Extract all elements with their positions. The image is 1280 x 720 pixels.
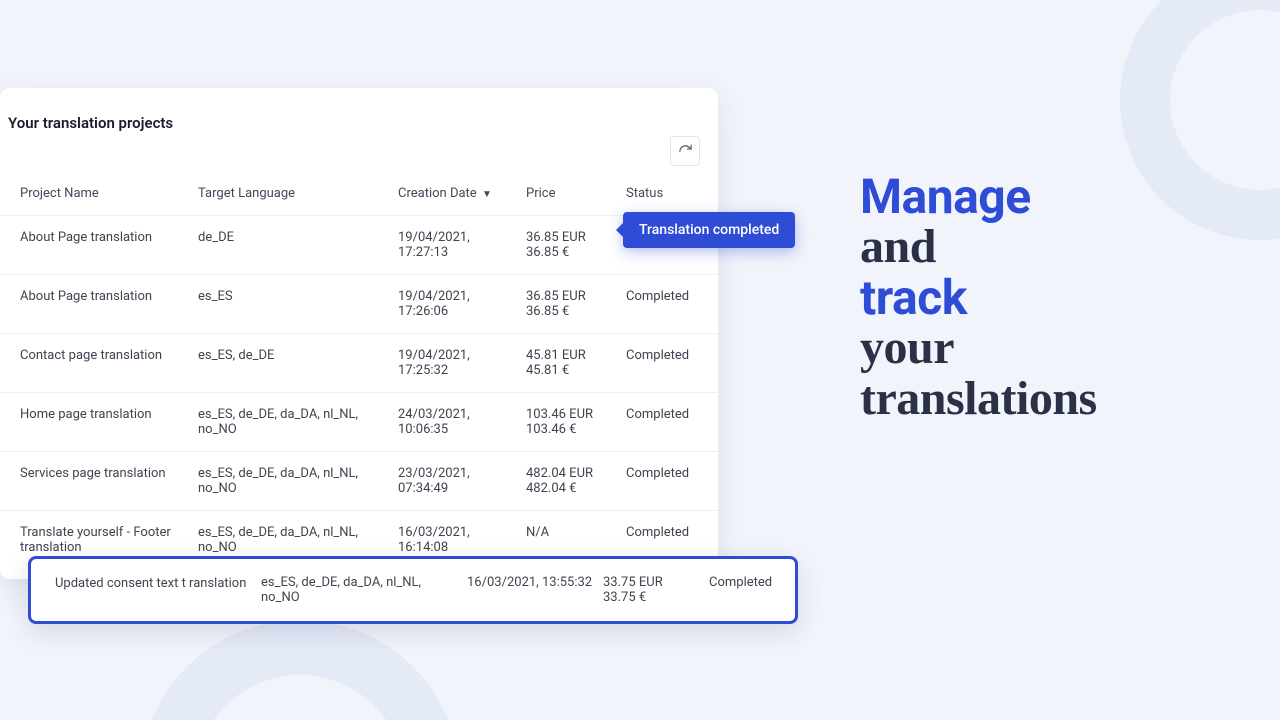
- highlight-price: 33.75 EUR 33.75 €: [603, 575, 703, 605]
- cell-target-language: es_ES, de_DE, da_DA, nl_NL, no_NO: [190, 393, 390, 452]
- cell-price: 36.85 EUR36.85 €: [518, 275, 618, 334]
- highlight-date: 16/03/2021, 13:55:32: [467, 575, 597, 590]
- col-creation-date[interactable]: Creation Date ▼: [390, 176, 518, 216]
- highlight-name: Updated consent text t ranslation: [55, 575, 255, 593]
- cell-project-name: About Page translation: [0, 275, 190, 334]
- table-row[interactable]: Home page translationes_ES, de_DE, da_DA…: [0, 393, 718, 452]
- headline-manage: Manage: [860, 172, 1220, 222]
- highlight-status: Completed: [709, 575, 779, 590]
- cell-target-language: es_ES: [190, 275, 390, 334]
- headline-and: and: [860, 222, 1220, 272]
- headline-translations: translations: [860, 374, 1220, 424]
- table-row[interactable]: About Page translationde_DE19/04/2021, 1…: [0, 216, 718, 275]
- table-row[interactable]: Services page translationes_ES, de_DE, d…: [0, 452, 718, 511]
- cell-project-name: Services page translation: [0, 452, 190, 511]
- highlighted-project-row[interactable]: Updated consent text t ranslation es_ES,…: [28, 556, 798, 624]
- sort-desc-icon: ▼: [482, 189, 492, 200]
- refresh-icon: [678, 144, 693, 159]
- refresh-button[interactable]: [670, 136, 700, 166]
- cell-creation-date: 19/04/2021, 17:25:32: [390, 334, 518, 393]
- col-creation-date-label: Creation Date: [398, 186, 477, 201]
- projects-panel: Your translation projects Project Name T…: [0, 88, 718, 579]
- table-row[interactable]: About Page translationes_ES19/04/2021, 1…: [0, 275, 718, 334]
- col-target-language[interactable]: Target Language: [190, 176, 390, 216]
- cell-target-language: es_ES, de_DE, da_DA, nl_NL, no_NO: [190, 452, 390, 511]
- marketing-headline: Manage and track your translations: [860, 172, 1220, 424]
- cell-price: 482.04 EUR482.04 €: [518, 452, 618, 511]
- cell-price: 45.81 EUR45.81 €: [518, 334, 618, 393]
- cell-status: Completed: [618, 334, 718, 393]
- cell-target-language: de_DE: [190, 216, 390, 275]
- col-status[interactable]: Status: [618, 176, 718, 216]
- cell-project-name: Home page translation: [0, 393, 190, 452]
- cell-target-language: es_ES, de_DE: [190, 334, 390, 393]
- col-project-name[interactable]: Project Name: [0, 176, 190, 216]
- cell-status: Completed: [618, 393, 718, 452]
- cell-price: 103.46 EUR103.46 €: [518, 393, 618, 452]
- cell-creation-date: 19/04/2021, 17:27:13: [390, 216, 518, 275]
- translation-completed-tooltip: Translation completed: [623, 212, 795, 248]
- cell-status: Completed: [618, 275, 718, 334]
- col-price[interactable]: Price: [518, 176, 618, 216]
- cell-creation-date: 24/03/2021, 10:06:35: [390, 393, 518, 452]
- cell-project-name: About Page translation: [0, 216, 190, 275]
- headline-your: your: [860, 323, 1220, 373]
- cell-project-name: Contact page translation: [0, 334, 190, 393]
- cell-price: 36.85 EUR36.85 €: [518, 216, 618, 275]
- cell-status: Completed: [618, 452, 718, 511]
- highlight-lang: es_ES, de_DE, da_DA, nl_NL, no_NO: [261, 575, 461, 605]
- headline-track: track: [860, 273, 1220, 323]
- panel-title: Your translation projects: [0, 106, 718, 132]
- decorative-circle-bottom: [140, 620, 460, 720]
- cell-creation-date: 23/03/2021, 07:34:49: [390, 452, 518, 511]
- table-row[interactable]: Contact page translationes_ES, de_DE19/0…: [0, 334, 718, 393]
- projects-table: Project Name Target Language Creation Da…: [0, 176, 718, 569]
- table-header-row: Project Name Target Language Creation Da…: [0, 176, 718, 216]
- cell-creation-date: 19/04/2021, 17:26:06: [390, 275, 518, 334]
